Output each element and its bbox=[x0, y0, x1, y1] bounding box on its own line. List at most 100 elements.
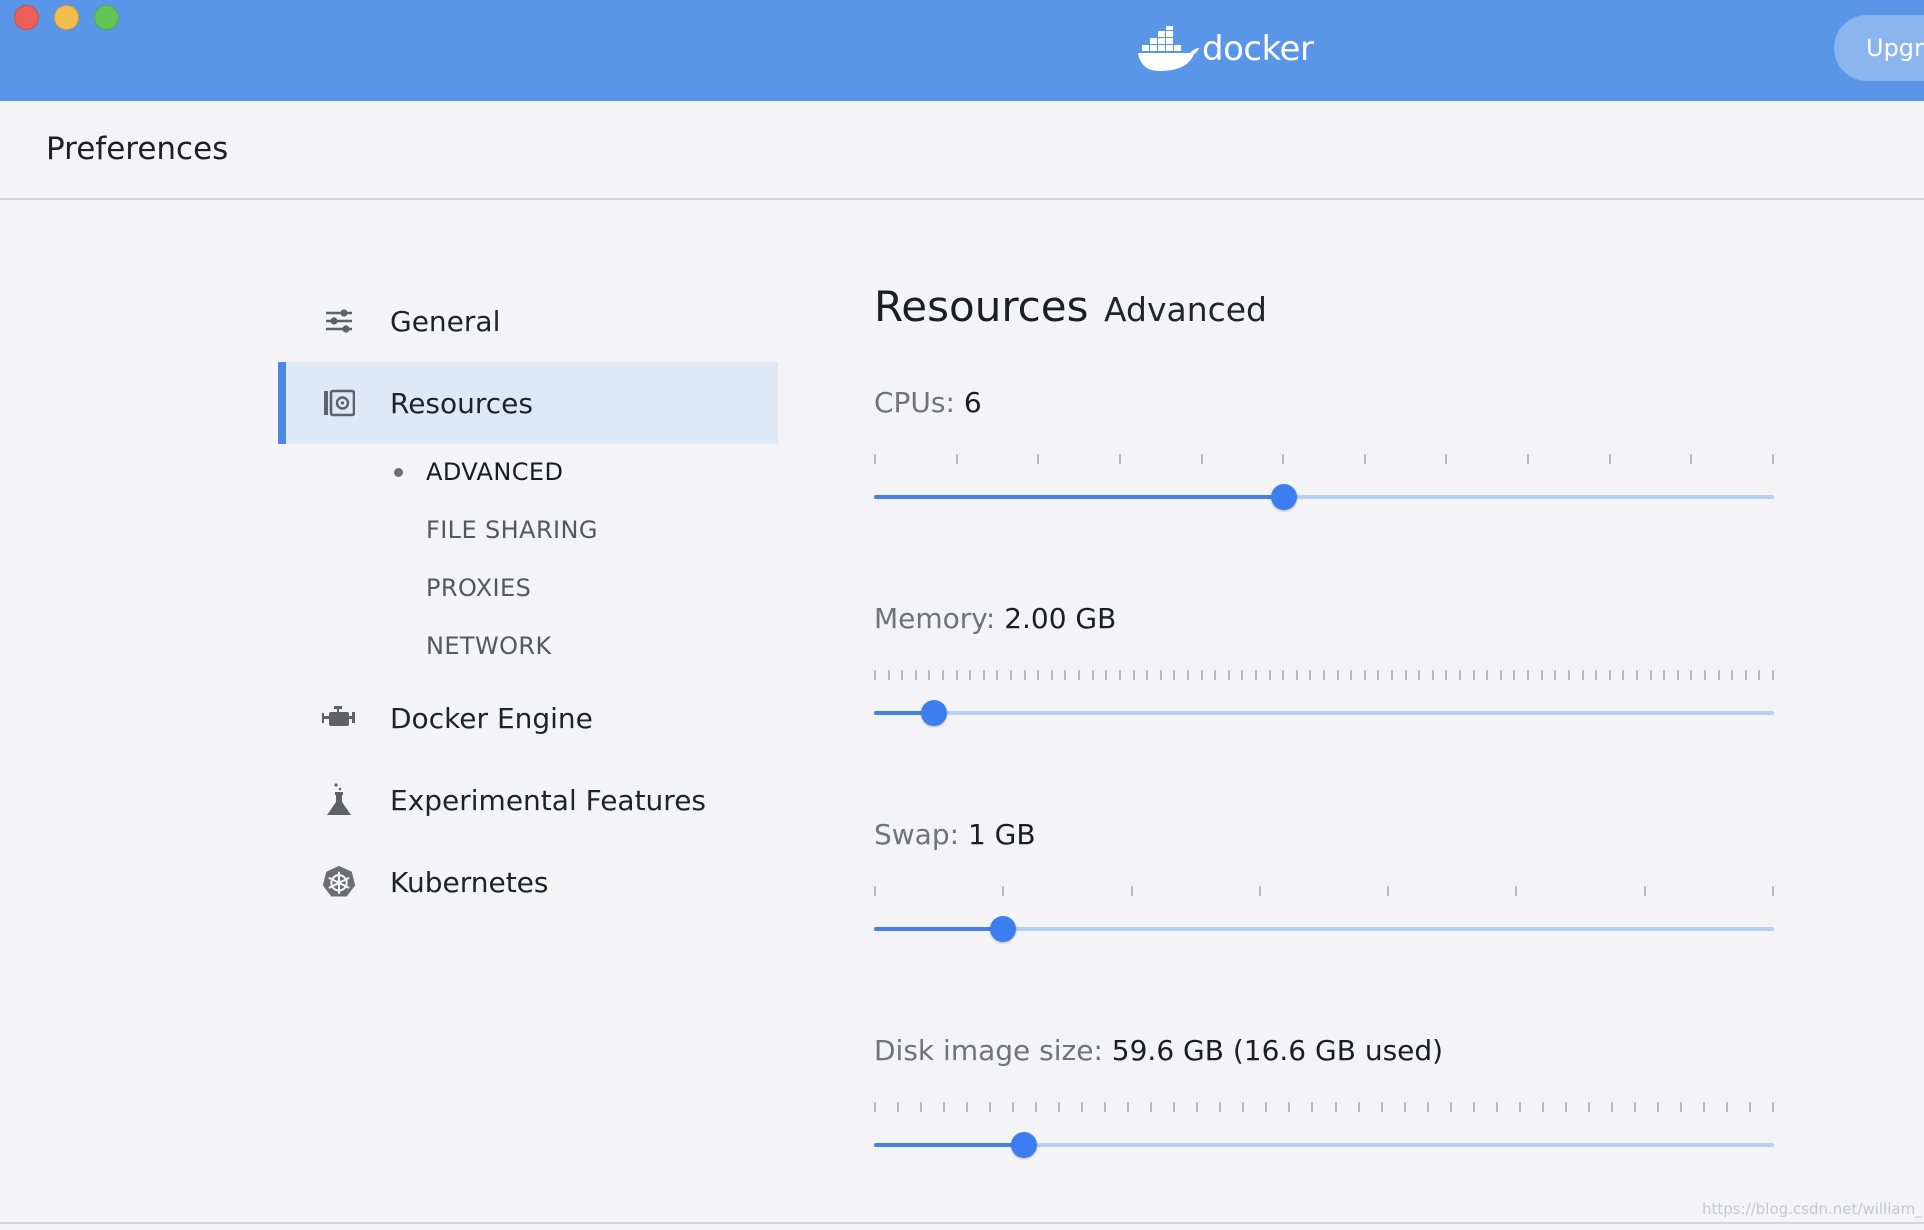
slider-tick bbox=[1513, 670, 1516, 680]
slider-tick bbox=[1676, 670, 1679, 680]
minimize-window-button[interactable] bbox=[54, 5, 79, 30]
slider-tick bbox=[1023, 670, 1026, 680]
slider-tick bbox=[1010, 670, 1013, 680]
subnav-advanced[interactable]: ADVANCED bbox=[426, 458, 563, 486]
slider-tick bbox=[1309, 670, 1312, 680]
slider-tick bbox=[874, 1102, 876, 1112]
slider-tick bbox=[1241, 670, 1244, 680]
slider-fill bbox=[874, 927, 1003, 931]
sidebar-item-docker-engine[interactable]: Docker Engine bbox=[278, 677, 778, 759]
slider-tick bbox=[1130, 886, 1133, 896]
disk-image-size-slider[interactable] bbox=[874, 1132, 1774, 1158]
slider-fill bbox=[874, 1143, 1024, 1147]
slider-tick bbox=[1772, 670, 1774, 680]
slider-tick bbox=[1012, 1102, 1015, 1112]
subnav-file-sharing[interactable]: FILE SHARING bbox=[426, 516, 598, 544]
slider-tick bbox=[1554, 670, 1557, 680]
slider-tick bbox=[1265, 1102, 1268, 1112]
slider-tick bbox=[1380, 1102, 1383, 1112]
slider-tick bbox=[1173, 1102, 1176, 1112]
helm-wheel-icon bbox=[322, 865, 356, 899]
sidebar-item-kubernetes[interactable]: Kubernetes bbox=[278, 841, 778, 923]
slider-thumb[interactable] bbox=[1011, 1132, 1037, 1158]
maximize-window-button[interactable] bbox=[94, 5, 119, 30]
subnav-proxies[interactable]: PROXIES bbox=[426, 574, 531, 602]
slider-tick bbox=[928, 670, 931, 680]
slider-tick bbox=[1219, 1102, 1222, 1112]
slider-tick bbox=[1081, 1102, 1084, 1112]
slider-tick bbox=[1186, 670, 1189, 680]
slider-ticks bbox=[874, 886, 1774, 898]
setting-label-row: Disk image size: 59.6 GB (16.6 GB used) bbox=[874, 1034, 1774, 1067]
setting-label: Memory: bbox=[874, 602, 996, 635]
slider-tick bbox=[1391, 670, 1394, 680]
sidebar-item-resources[interactable]: Resources bbox=[278, 362, 778, 444]
slider-tick bbox=[1336, 670, 1339, 680]
subnav-network[interactable]: NETWORK bbox=[426, 632, 552, 660]
docker-logo: docker bbox=[1136, 24, 1316, 74]
slider-thumb[interactable] bbox=[921, 700, 947, 726]
slider-tick bbox=[942, 670, 945, 680]
slider-tick bbox=[943, 1102, 946, 1112]
slider-tick bbox=[1702, 1102, 1705, 1112]
slider-tick bbox=[1515, 886, 1518, 896]
slider-tick bbox=[1104, 1102, 1107, 1112]
slider-thumb[interactable] bbox=[1271, 484, 1297, 510]
slider-tick bbox=[1758, 670, 1761, 680]
slider-thumb[interactable] bbox=[990, 916, 1016, 942]
slider-tick bbox=[1282, 670, 1285, 680]
slider-tick bbox=[1037, 454, 1040, 464]
slider-tick bbox=[1002, 886, 1005, 896]
slider-tick bbox=[1499, 670, 1502, 680]
slider-tick bbox=[1595, 670, 1598, 680]
close-window-button[interactable] bbox=[14, 5, 39, 30]
slider-tick bbox=[1078, 670, 1081, 680]
sidebar-item-experimental-features[interactable]: Experimental Features bbox=[278, 759, 778, 841]
slider-tick bbox=[1105, 670, 1108, 680]
slider-tick bbox=[1772, 886, 1774, 896]
slider-tick bbox=[1445, 670, 1448, 680]
slider-tick bbox=[1404, 670, 1407, 680]
slider-tick bbox=[1288, 1102, 1291, 1112]
slider-tick bbox=[887, 670, 890, 680]
slider-tick bbox=[1363, 454, 1366, 464]
slider-tick bbox=[1608, 670, 1611, 680]
slider-tick bbox=[1431, 670, 1434, 680]
slider-tick bbox=[914, 670, 917, 680]
sidebar-item-label: Docker Engine bbox=[390, 701, 593, 735]
sliders-icon bbox=[322, 304, 356, 338]
cpus-setting: CPUs: 6 bbox=[874, 386, 1774, 510]
slider-ticks bbox=[874, 670, 1774, 682]
slider-tick bbox=[1518, 1102, 1521, 1112]
slider-tick bbox=[874, 454, 876, 464]
slider-tick bbox=[1214, 670, 1217, 680]
upgrade-button[interactable]: Upgra bbox=[1834, 15, 1924, 81]
slider-tick bbox=[1363, 670, 1366, 680]
swap-slider[interactable] bbox=[874, 916, 1774, 942]
brand-name: docker bbox=[1202, 29, 1314, 69]
slider-tick bbox=[1268, 670, 1271, 680]
memory-slider[interactable] bbox=[874, 700, 1774, 726]
slider-tick bbox=[1472, 670, 1475, 680]
slider-tick bbox=[1564, 1102, 1567, 1112]
active-subitem-dot-icon bbox=[394, 468, 403, 477]
slider-ticks bbox=[874, 454, 1774, 466]
sidebar-item-label: Kubernetes bbox=[390, 865, 549, 899]
slider-tick bbox=[1656, 1102, 1659, 1112]
slider-tick bbox=[1643, 886, 1646, 896]
docker-preferences-window: docker Upgra Preferences bbox=[0, 0, 1924, 1230]
cpus-slider[interactable] bbox=[874, 484, 1774, 510]
slider-tick bbox=[1717, 670, 1720, 680]
setting-label-row: Swap: 1 GB bbox=[874, 818, 1774, 851]
disk-image-size-setting: Disk image size: 59.6 GB (16.6 GB used) bbox=[874, 1034, 1774, 1158]
sidebar-item-general[interactable]: General bbox=[278, 280, 778, 362]
slider-ticks bbox=[874, 1102, 1774, 1114]
slider-tick bbox=[1581, 670, 1584, 680]
slider-tick bbox=[1037, 670, 1040, 680]
slider-tick bbox=[1540, 670, 1543, 680]
slider-tick bbox=[1459, 670, 1462, 680]
setting-value: 6 bbox=[963, 386, 982, 419]
slider-tick bbox=[1748, 1102, 1751, 1112]
slider-tick bbox=[1377, 670, 1380, 680]
slider-tick bbox=[1150, 1102, 1153, 1112]
